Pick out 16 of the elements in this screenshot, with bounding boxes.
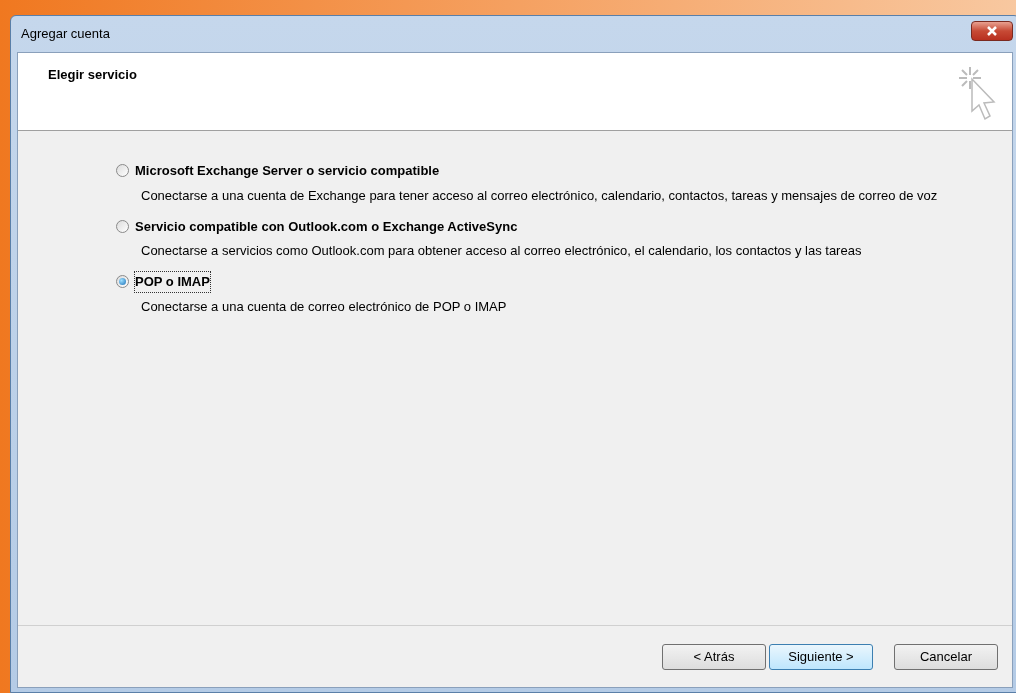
- radio-button[interactable]: [116, 219, 129, 233]
- service-radio-option[interactable]: POP o IMAP: [116, 272, 992, 292]
- option-description: Conectarse a servicios como Outlook.com para obtener acceso al correo electrónico, el calendario, los contactos y las tareas: [140, 242, 863, 259]
- service-radio-option[interactable]: Microsoft Exchange Server o servicio compatible: [116, 161, 992, 181]
- option-description: Conectarse a una cuenta de Exchange para tener acceso al correo electrónico, calendario, contactos, tareas y mensajes de correo de voz: [140, 186, 939, 204]
- service-radio-option[interactable]: Servicio compatible con Outlook.com o Exchange ActiveSync: [116, 216, 992, 236]
- dialog-button[interactable]: Cancelar: [894, 643, 998, 670]
- page-heading: Elegir servicio: [48, 66, 137, 84]
- window-title: Agregar cuenta: [21, 25, 110, 44]
- dialog-button[interactable]: < Atrás: [662, 643, 766, 670]
- dialog-button[interactable]: Siguiente >: [769, 643, 873, 670]
- radio-button[interactable]: [116, 164, 129, 178]
- radio-button[interactable]: [116, 275, 129, 289]
- option-description: Conectarse a una cuenta de correo electrónico de POP o IMAP: [140, 297, 508, 315]
- close-icon: [986, 26, 998, 36]
- close-button[interactable]: [971, 21, 1013, 41]
